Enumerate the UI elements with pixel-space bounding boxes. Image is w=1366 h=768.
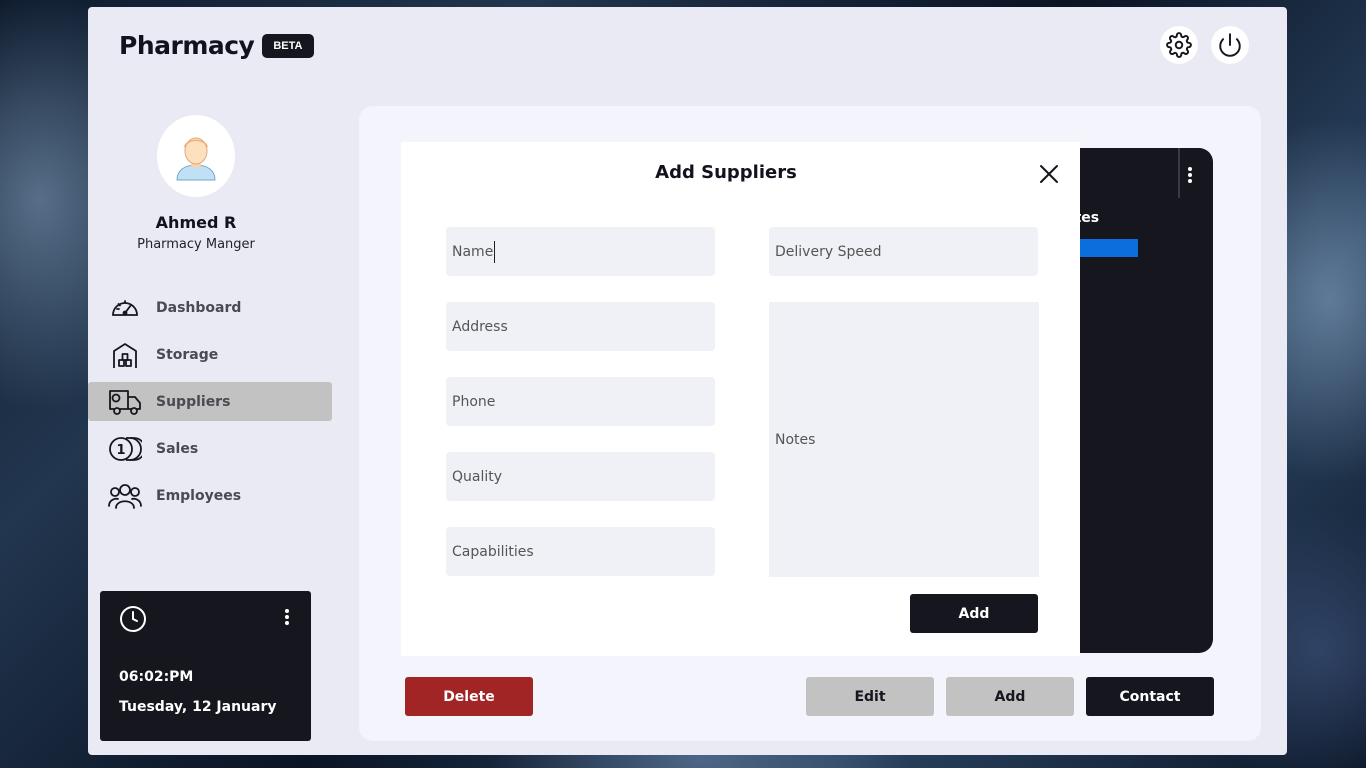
sidebar-item-sales[interactable]: 1 Sales [88, 429, 332, 468]
warehouse-icon [108, 341, 142, 369]
edit-button[interactable]: Edit [806, 677, 934, 716]
address-field[interactable]: Address [446, 302, 715, 351]
text-cursor [494, 240, 496, 263]
close-icon[interactable] [1038, 163, 1060, 185]
clock-widget: 06:02:PM Tuesday, 12 January [100, 591, 311, 741]
sidebar-item-storage[interactable]: Storage [88, 335, 332, 374]
sidebar-item-label: Sales [156, 440, 199, 457]
phone-field[interactable]: Phone [446, 377, 715, 426]
brand: Pharmacy BETA [119, 31, 314, 60]
svg-text:1: 1 [116, 443, 125, 458]
sidebar-item-dashboard[interactable]: Dashboard [88, 288, 332, 327]
coins-icon: 1 [108, 435, 142, 463]
user-name: Ahmed R [155, 213, 237, 232]
user-avatar-icon [176, 137, 216, 181]
name-field-placeholder: Name [452, 243, 494, 260]
settings-button[interactable] [1160, 26, 1198, 64]
sidebar-item-label: Employees [156, 487, 242, 504]
add-supplier-submit-button[interactable]: Add [910, 594, 1038, 633]
speedometer-icon [108, 294, 142, 322]
clock-date: Tuesday, 12 January [119, 699, 277, 715]
add-suppliers-dialog: Add Suppliers Name Address Phone Quality… [401, 142, 1080, 656]
sidebar-item-label: Dashboard [156, 299, 242, 316]
power-icon [1219, 33, 1241, 57]
beta-badge: BETA [262, 33, 314, 58]
contact-button[interactable]: Contact [1086, 677, 1214, 716]
panel-divider [1178, 148, 1180, 198]
app-title: Pharmacy [119, 31, 255, 60]
avatar [157, 115, 235, 197]
gear-icon [1166, 32, 1192, 58]
user-profile: Ahmed R Pharmacy Manger [88, 115, 304, 252]
notes-field[interactable]: Notes [769, 302, 1039, 577]
sidebar-nav: Dashboard Storage Suppliers 1 Sales Empl… [88, 288, 332, 523]
more-vertical-icon[interactable] [1187, 166, 1193, 184]
quality-field[interactable]: Quality [446, 452, 715, 501]
delete-button[interactable]: Delete [405, 677, 533, 716]
sidebar-item-label: Suppliers [156, 393, 231, 410]
power-button[interactable] [1211, 26, 1249, 64]
delivery-truck-icon [108, 388, 142, 416]
clock-icon [120, 606, 146, 632]
clock-time: 06:02:PM [119, 669, 194, 685]
sidebar-item-label: Storage [156, 346, 219, 363]
delivery-speed-field[interactable]: Delivery Speed [769, 227, 1038, 276]
add-button[interactable]: Add [946, 677, 1074, 716]
dialog-title: Add Suppliers [655, 162, 797, 183]
sidebar-item-employees[interactable]: Employees [88, 476, 332, 515]
sidebar-item-suppliers[interactable]: Suppliers [88, 382, 332, 421]
people-icon [108, 482, 142, 510]
capabilities-field[interactable]: Capabilities [446, 527, 715, 576]
more-vertical-icon[interactable] [284, 608, 290, 626]
name-field[interactable]: Name [446, 227, 715, 276]
user-role: Pharmacy Manger [137, 237, 255, 252]
